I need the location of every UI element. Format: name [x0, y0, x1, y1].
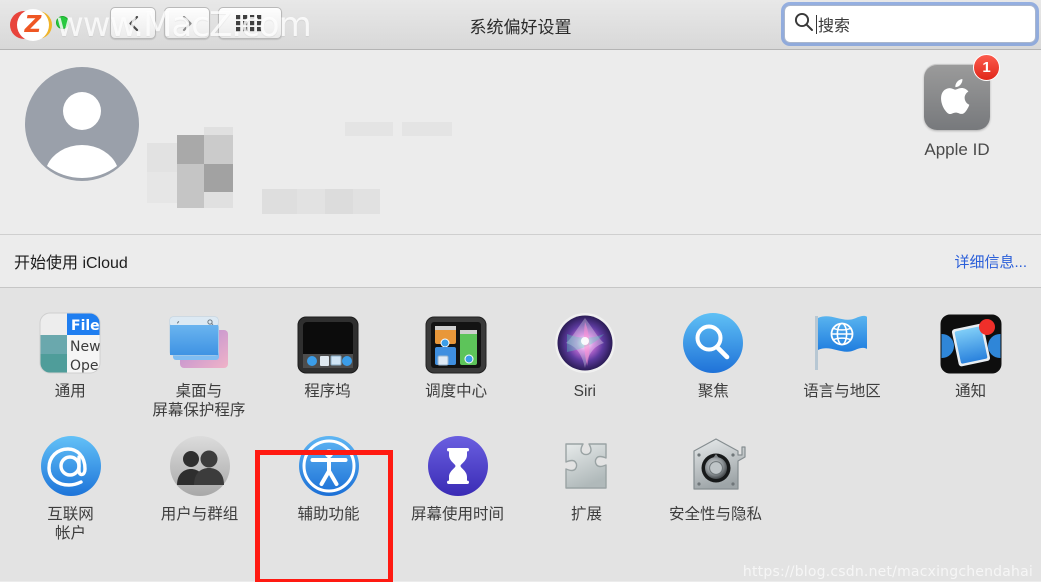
pref-notifications-label: 通知 [955, 383, 987, 400]
pref-accessibility[interactable]: 辅助功能 [264, 421, 393, 544]
pref-general-label: 通用 [54, 383, 86, 400]
pref-desktop-screensaver[interactable]: 桌面与 屏幕保护程序 [135, 302, 264, 421]
icloud-details-link[interactable]: 详细信息... [954, 251, 1027, 272]
svg-text:New: New [70, 339, 101, 355]
pref-dock-label: 程序坞 [304, 383, 351, 400]
pref-accessibility-label: 辅助功能 [297, 505, 360, 523]
back-arrow-icon [128, 15, 138, 31]
pref-internet-accounts-label: 互联网 帐户 [47, 505, 94, 542]
pref-general[interactable]: File New Open 通用 [6, 302, 135, 421]
show-all-button[interactable] [218, 7, 282, 39]
avatar[interactable] [24, 66, 140, 182]
user-avatar-icon [25, 67, 139, 181]
forward-arrow-icon [182, 15, 192, 31]
pref-users-groups[interactable]: 用户与群组 [135, 421, 264, 544]
security-privacy-icon [651, 431, 780, 497]
search-icon [793, 11, 814, 37]
pref-users-groups-label: 用户与群组 [160, 505, 239, 523]
back-button[interactable] [110, 7, 156, 39]
pref-screen-time-label: 屏幕使用时间 [410, 505, 504, 523]
toolbar-nav-buttons [110, 7, 282, 39]
pref-siri-label: Siri [573, 383, 596, 400]
text-caret [816, 14, 817, 34]
desktop-screensaver-icon [135, 308, 264, 374]
svg-text:Open: Open [70, 358, 101, 374]
minimize-button[interactable] [35, 16, 48, 29]
zoom-button[interactable] [56, 16, 69, 29]
system-preferences-window: 系统偏好设置 搜索 Z www.MacZ.com 1 Apple ID 开始使用… [0, 0, 1041, 582]
search-placeholder: 搜索 [818, 18, 851, 35]
spotlight-icon [649, 308, 778, 374]
redacted-account-name [147, 121, 247, 208]
traffic-lights [14, 16, 69, 29]
titlebar: 系统偏好设置 搜索 Z www.MacZ.com [0, 0, 1041, 50]
apple-logo-icon: 1 [924, 54, 1000, 130]
redacted-account-detail [262, 122, 452, 214]
show-all-grid-icon [236, 15, 262, 32]
pref-language-region[interactable]: 语言与地区 [778, 302, 907, 421]
pref-notifications[interactable]: 通知 [906, 302, 1035, 421]
apple-id-label: Apple ID [924, 140, 990, 159]
pref-screen-time[interactable]: 屏幕使用时间 [393, 421, 522, 544]
svg-text:File: File [71, 318, 100, 334]
pref-dock[interactable]: 程序坞 [263, 302, 392, 421]
search-input[interactable]: 搜索 [784, 5, 1036, 43]
pref-extensions-label: 扩展 [570, 505, 602, 523]
pref-mission-control-label: 调度中心 [425, 383, 488, 400]
screen-time-icon [393, 431, 522, 497]
pref-internet-accounts[interactable]: 互联网 帐户 [6, 421, 135, 544]
preferences-row-1: File New Open 通用 [6, 302, 1035, 421]
close-button[interactable] [14, 16, 27, 29]
notifications-icon [906, 308, 1035, 374]
icloud-banner: 开始使用 iCloud 详细信息... [0, 235, 1041, 288]
preferences-grid: File New Open 通用 [0, 288, 1041, 581]
pref-spotlight-label: 聚焦 [697, 383, 729, 400]
apple-id-badge: 1 [973, 54, 1000, 81]
dock-icon [263, 308, 392, 374]
pref-siri[interactable]: Siri [521, 302, 650, 421]
internet-accounts-icon [6, 431, 135, 497]
pref-language-region-label: 语言与地区 [803, 383, 881, 400]
pref-extensions[interactable]: 扩展 [522, 421, 651, 544]
account-panel: 1 Apple ID [0, 50, 1041, 235]
siri-icon [521, 308, 650, 374]
search-field-wrapper: 搜索 [784, 5, 1036, 43]
forward-button[interactable] [164, 7, 210, 39]
apple-id-block[interactable]: 1 Apple ID [887, 54, 1027, 160]
pref-desktop-screensaver-label: 桌面与 屏幕保护程序 [152, 383, 246, 419]
pref-security-privacy[interactable]: 安全性与隐私 [651, 421, 780, 544]
pref-security-privacy-label: 安全性与隐私 [668, 505, 762, 523]
language-region-icon [778, 308, 907, 374]
accessibility-icon [264, 431, 393, 497]
icloud-banner-text: 开始使用 iCloud [14, 255, 128, 272]
general-icon: File New Open [6, 308, 135, 374]
preferences-row-2: 互联网 帐户 用户与群组 辅助功能 屏幕使用时间 扩展 安全性与隐私 [6, 421, 1035, 544]
pref-spotlight[interactable]: 聚焦 [649, 302, 778, 421]
mission-control-icon [392, 308, 521, 374]
pref-mission-control[interactable]: 调度中心 [392, 302, 521, 421]
extensions-icon [522, 431, 651, 497]
users-groups-icon [135, 431, 264, 497]
